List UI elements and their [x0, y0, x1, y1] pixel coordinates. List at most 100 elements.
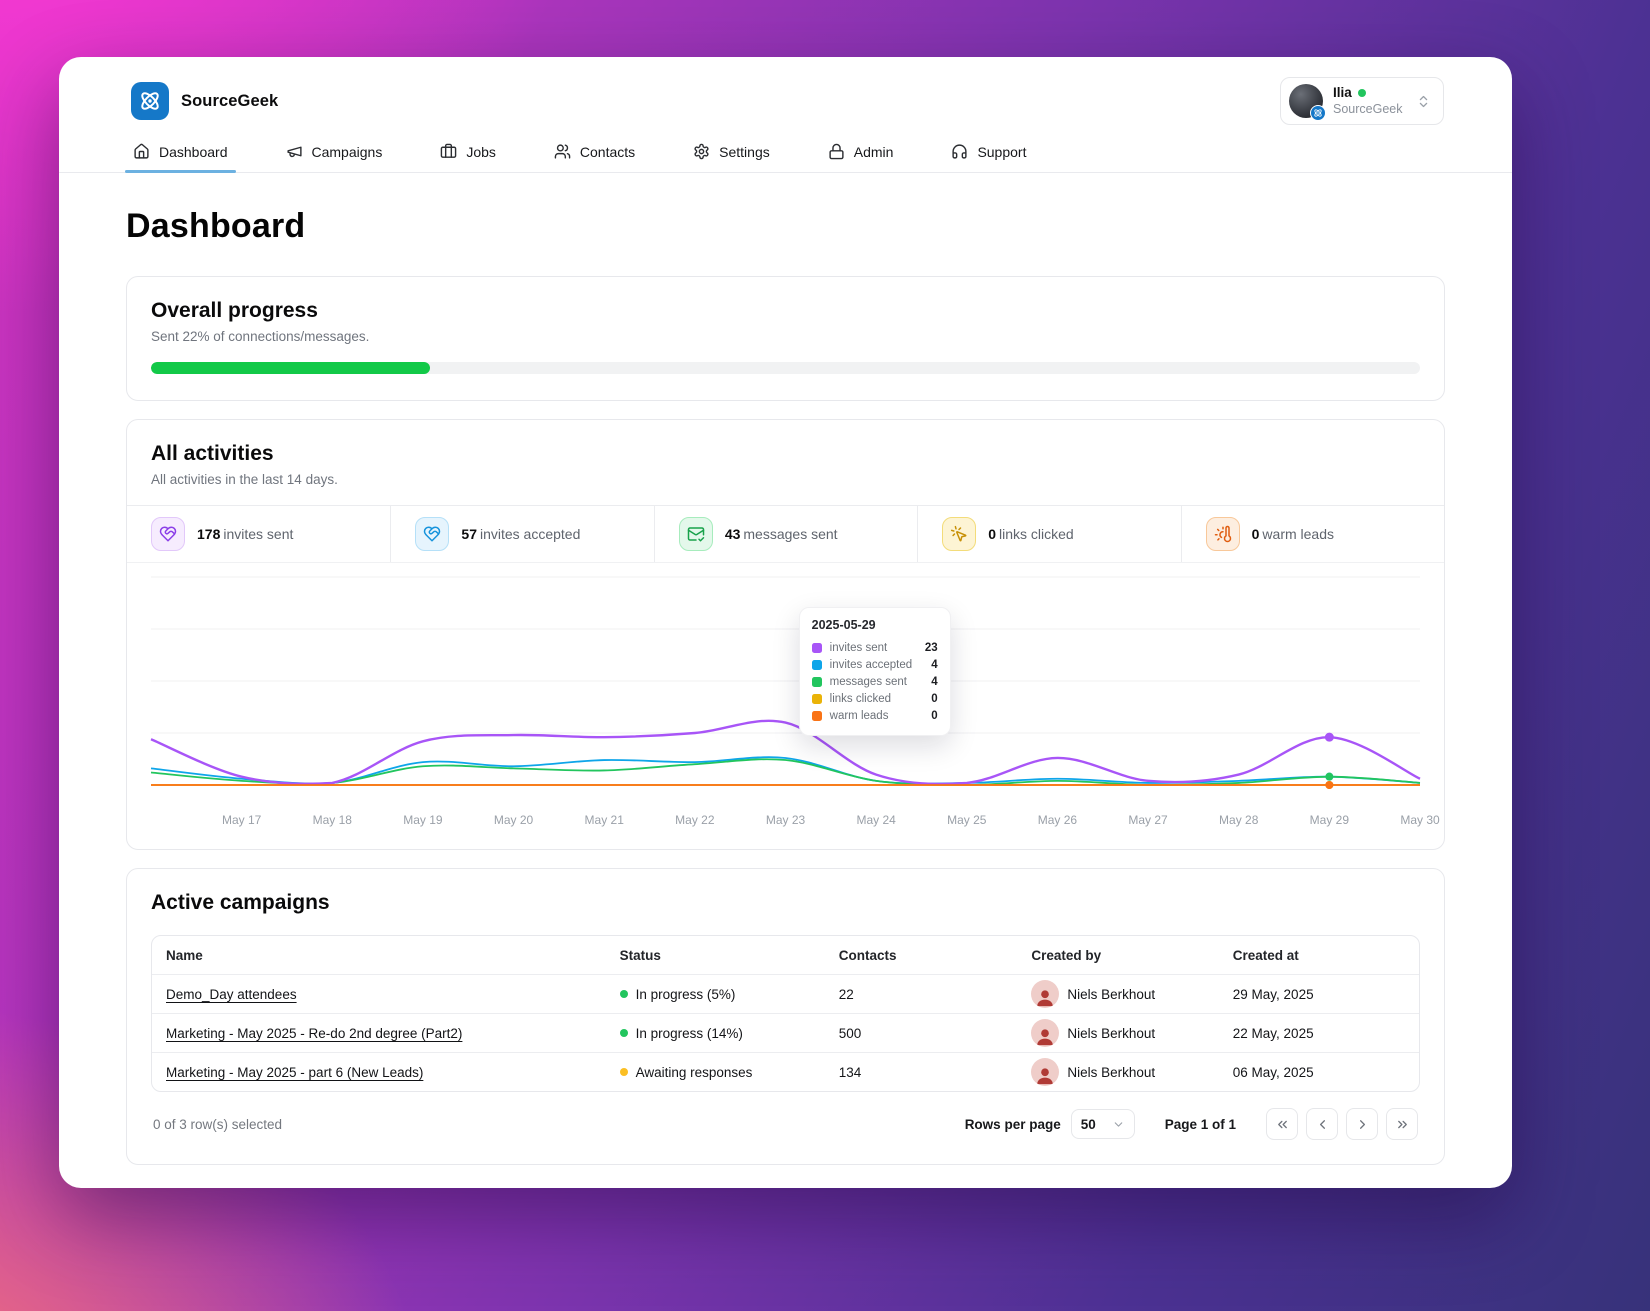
stat-text: 43 messages sent — [724, 526, 838, 542]
campaign-contacts: 134 — [838, 1064, 862, 1080]
tab-settings[interactable]: Settings — [691, 133, 772, 172]
status-dot — [619, 1029, 628, 1037]
campaigns-table: Name Status Contacts Created by Created at D… — [151, 935, 1420, 1092]
chevron-left-icon — [1315, 1117, 1330, 1132]
tab-label: Jobs — [466, 143, 496, 160]
rows-per-page-select[interactable]: 50 — [1070, 1109, 1135, 1139]
briefcase-icon — [440, 143, 457, 160]
chevrons-left-icon — [1275, 1117, 1290, 1132]
stat-text: 57 invites accepted — [461, 526, 581, 542]
stat-messages-sent: 43 messages sent — [653, 506, 917, 562]
online-status-dot — [1357, 89, 1366, 98]
x-axis-label: May 28 — [1219, 813, 1259, 827]
active-campaigns-title: Active campaigns — [151, 891, 330, 914]
all-activities-card: All activities All activities in the las… — [126, 419, 1445, 850]
campaign-table-body: Demo_Day attendees In progress (5%) 22 Niel… — [152, 974, 1419, 1091]
campaign-creator: Niels Berkhout — [1017, 980, 1218, 1008]
rows-per-page-value: 50 — [1080, 1116, 1096, 1132]
table-row[interactable]: Marketing - May 2025 - part 6 (New Leads… — [152, 1052, 1419, 1091]
tab-dashboard[interactable]: Dashboard — [125, 133, 235, 173]
activity-chart-svg — [151, 576, 1420, 789]
chevrons-up-down-icon — [1416, 94, 1431, 109]
column-header-created-by: Created by — [1031, 947, 1102, 963]
prev-page-button[interactable] — [1306, 1108, 1338, 1140]
chart-x-labels: May 17 May 18 May 19 May 20 May 21 May 22 May … — [151, 811, 1440, 835]
x-axis-label: May 19 — [403, 813, 443, 827]
progress-bar-fill — [151, 362, 431, 374]
x-axis-label: May 26 — [1037, 813, 1078, 827]
next-page-button[interactable] — [1346, 1108, 1378, 1140]
brand[interactable]: SourceGeek — [131, 82, 278, 120]
campaign-created-at: 06 May, 2025 — [1232, 1064, 1314, 1080]
tab-jobs[interactable]: Jobs — [438, 133, 498, 172]
stat-invites-sent: 178 invites sent — [127, 506, 390, 562]
campaign-created-at: 29 May, 2025 — [1232, 986, 1314, 1002]
creator-avatar — [1031, 1058, 1060, 1086]
campaign-name-link[interactable]: Marketing - May 2025 - part 6 (New Leads… — [166, 1065, 423, 1080]
activity-chart[interactable]: May 17 May 18 May 19 May 20 May 21 May 22 May … — [127, 563, 1444, 849]
thermometer-sun-icon — [1205, 517, 1240, 551]
campaign-contacts: 500 — [838, 1025, 862, 1041]
first-page-button[interactable] — [1266, 1108, 1298, 1140]
tab-label: Settings — [719, 143, 770, 160]
status-dot — [619, 1068, 628, 1076]
campaign-creator: Niels Berkhout — [1017, 1019, 1218, 1047]
campaign-created-at: 22 May, 2025 — [1232, 1025, 1314, 1041]
nav-tabs: Dashboard Campaigns Jobs Contacts Settings Ad… — [59, 133, 1512, 173]
campaign-status: In progress (5%) — [606, 987, 825, 1002]
sourcegeek-badge-icon — [1310, 105, 1326, 121]
megaphone-icon — [286, 143, 303, 160]
x-axis-label: May 27 — [1128, 813, 1168, 827]
campaign-creator: Niels Berkhout — [1017, 1058, 1218, 1086]
campaign-contacts: 22 — [838, 986, 854, 1002]
mail-check-icon — [678, 517, 713, 551]
x-axis-label: May 25 — [947, 813, 987, 827]
table-row[interactable]: Marketing - May 2025 - Re-do 2nd degree … — [152, 1013, 1419, 1052]
overall-progress-title: Overall progress — [151, 299, 318, 322]
heart-handshake-icon — [415, 517, 450, 551]
users-icon — [554, 143, 571, 160]
x-axis-label: May 24 — [856, 813, 896, 827]
tab-admin[interactable]: Admin — [826, 133, 896, 172]
stat-text: 0 warm leads — [1251, 526, 1335, 542]
user-menu[interactable]: Ilia SourceGeek — [1280, 77, 1444, 125]
overall-progress-card: Overall progress Sent 22% of connections… — [126, 276, 1445, 401]
campaign-name-link[interactable]: Marketing - May 2025 - Re-do 2nd degree … — [166, 1026, 462, 1041]
tab-label: Campaigns — [311, 143, 383, 160]
x-axis-label: May 21 — [584, 813, 624, 827]
last-page-button[interactable] — [1386, 1108, 1418, 1140]
table-footer: 0 of 3 row(s) selected Rows per page 50 … — [151, 1092, 1420, 1164]
tab-label: Dashboard — [159, 143, 228, 160]
user-avatar — [1289, 84, 1326, 121]
all-activities-subtitle: All activities in the last 14 days. — [151, 472, 338, 487]
status-dot — [619, 990, 628, 998]
x-axis-label: May 20 — [493, 813, 534, 827]
chevron-down-icon — [1112, 1118, 1125, 1131]
campaign-table-header: Name Status Contacts Created by Created at — [152, 936, 1419, 974]
tab-support[interactable]: Support — [949, 133, 1028, 172]
x-axis-label: May 29 — [1309, 813, 1350, 827]
campaign-status: In progress (14%) — [606, 1026, 825, 1041]
stat-invites-accepted: 57 invites accepted — [390, 506, 653, 562]
campaign-status: Awaiting responses — [606, 1065, 825, 1080]
tab-campaigns[interactable]: Campaigns — [284, 133, 385, 172]
x-axis-label: May 17 — [221, 813, 262, 827]
table-row[interactable]: Demo_Day attendees In progress (5%) 22 Niel… — [152, 974, 1419, 1013]
column-header-status: Status — [619, 947, 661, 963]
pager — [1266, 1108, 1418, 1140]
column-header-name: Name — [166, 947, 203, 963]
tab-label: Admin — [853, 143, 894, 160]
tab-label: Support — [977, 143, 1027, 160]
tab-contacts[interactable]: Contacts — [552, 133, 637, 172]
x-axis-label: May 30 — [1400, 813, 1440, 827]
all-activities-title: All activities — [151, 442, 274, 465]
activity-stats: 178 invites sent 57 invites accepted 43 messa… — [127, 505, 1444, 563]
progress-bar — [151, 362, 1420, 374]
chevrons-right-icon — [1395, 1117, 1410, 1132]
x-axis-label: May 23 — [765, 813, 806, 827]
page-title: Dashboard — [126, 207, 306, 245]
user-name: Ilia — [1333, 84, 1352, 100]
creator-avatar — [1031, 1019, 1060, 1047]
campaign-name-link[interactable]: Demo_Day attendees — [166, 987, 297, 1002]
x-axis-label: May 22 — [675, 813, 715, 827]
